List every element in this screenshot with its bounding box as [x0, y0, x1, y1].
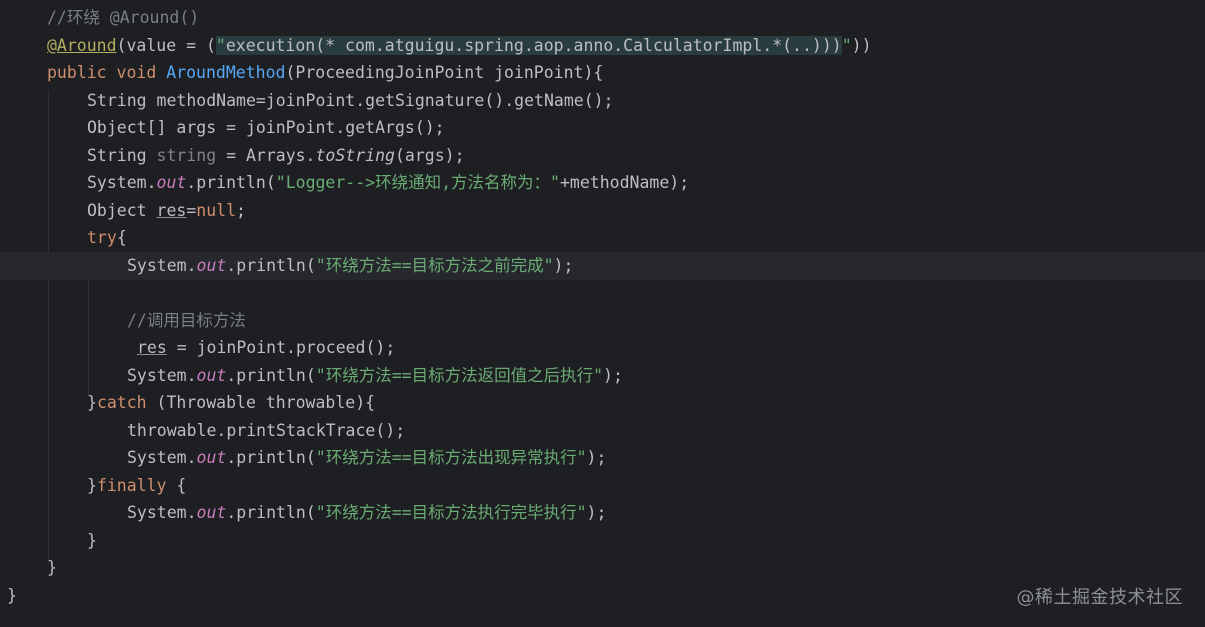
code-line-8: Object res=null; [87, 201, 246, 220]
code-line-7: System.out.println("Logger-->环绕通知,方法名称为：… [87, 173, 690, 192]
current-line: System.out.println("环绕方法==目标方法之前完成"); [0, 252, 1205, 280]
code-line-12: //调用目标方法 [0, 307, 1205, 335]
code-line-17: System.out.println("环绕方法==目标方法出现异常执行"); [127, 448, 607, 467]
code-line-20: } [87, 531, 97, 550]
watermark: @稀土掘金技术社区 [1016, 587, 1183, 608]
comment: //调用目标方法 [127, 311, 246, 330]
method-name: AroundMethod [166, 63, 286, 82]
code-line-2: @Around(value = ("execution(* com.atguig… [47, 36, 872, 55]
code-line-15: }catch (Throwable throwable){ [87, 393, 376, 412]
pointcut-expression: "execution(* com.atguigu.spring.aop.anno… [215, 36, 842, 55]
code-line-14: System.out.println("环绕方法==目标方法返回值之后执行"); [127, 366, 623, 385]
code-line-1: //环绕 @Around() [0, 4, 1205, 32]
code-editor[interactable]: //环绕 @Around() @Around(value = ("executi… [0, 0, 1205, 627]
code-line-13: res = joinPoint.proceed(); [137, 338, 396, 357]
code-line-19: System.out.println("环绕方法==目标方法执行完毕执行"); [127, 503, 607, 522]
reassigned-variable: res [156, 201, 187, 220]
unused-variable: string [156, 146, 217, 165]
code-line-21: } [47, 558, 57, 577]
code-line-6: String string = Arrays.toString(args); [87, 146, 465, 165]
code-line-5: Object[] args = joinPoint.getArgs(); [87, 118, 445, 137]
reassigned-variable: res [137, 338, 167, 357]
code-line-9: try{ [87, 228, 127, 247]
comment: //环绕 @Around() [47, 8, 200, 27]
annotation-around: @Around [47, 36, 117, 55]
code-line-16: throwable.printStackTrace(); [127, 421, 406, 440]
code-line-3: public void AroundMethod(ProceedingJoinP… [47, 63, 604, 82]
code-line-18: }finally { [87, 476, 187, 495]
code-line-4: String methodName=joinPoint.getSignature… [87, 91, 614, 110]
